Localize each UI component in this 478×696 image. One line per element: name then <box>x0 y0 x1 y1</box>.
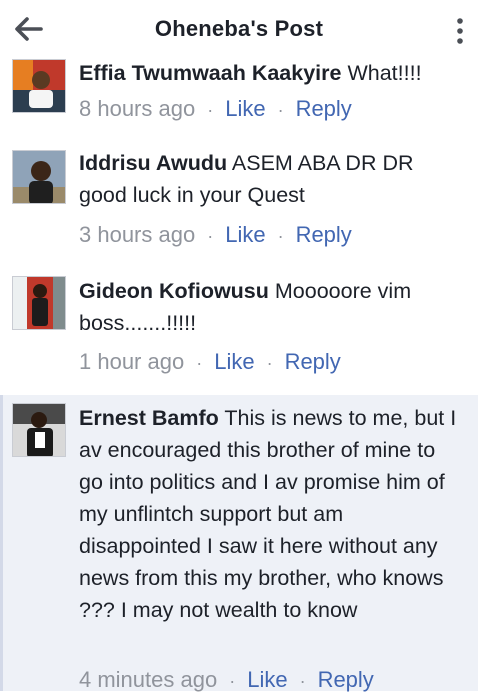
reply-button[interactable]: Reply <box>296 222 352 247</box>
comment-item: Effia Twumwaah Kaakyire What!!!! 8 hours… <box>0 52 478 132</box>
separator-dot: · <box>207 100 214 120</box>
comment-time[interactable]: 8 hours ago <box>79 96 195 121</box>
top-bar: Oheneba's Post <box>0 0 478 56</box>
comment-meta: 1 hour ago · Like · Reply <box>79 347 341 377</box>
like-button[interactable]: Like <box>225 222 265 247</box>
kebab-menu-icon <box>457 18 463 44</box>
comment-body: Iddrisu Awudu ASEM ABA DR DR good luck i… <box>79 147 464 211</box>
like-button[interactable]: Like <box>214 349 254 374</box>
comment-body: Effia Twumwaah Kaakyire What!!!! <box>79 57 464 89</box>
avatar-image <box>13 277 65 329</box>
comment-time[interactable]: 3 hours ago <box>79 222 195 247</box>
avatar-image <box>13 151 65 203</box>
more-options-button[interactable] <box>450 16 470 46</box>
comment-author[interactable]: Iddrisu Awudu <box>79 151 227 175</box>
comment-author[interactable]: Gideon Kofiowusu <box>79 279 269 303</box>
comment-item: Gideon Kofiowusu Mooooore vim boss......… <box>0 268 478 388</box>
avatar[interactable] <box>12 403 66 457</box>
like-button[interactable]: Like <box>225 96 265 121</box>
comment-item-highlighted: Ernest Bamfo This is news to me, but I a… <box>0 395 478 692</box>
like-button[interactable]: Like <box>247 667 287 692</box>
avatar[interactable] <box>12 59 66 113</box>
separator-dot: · <box>277 100 284 120</box>
avatar[interactable] <box>12 150 66 204</box>
separator-dot: · <box>299 671 306 691</box>
comment-item: Iddrisu Awudu ASEM ABA DR DR good luck i… <box>0 140 478 262</box>
page-title: Oheneba's Post <box>154 16 324 41</box>
comment-text: What!!!! <box>347 61 422 85</box>
avatar-image <box>13 404 65 456</box>
comment-body: Gideon Kofiowusu Mooooore vim boss......… <box>79 275 464 339</box>
reply-button[interactable]: Reply <box>296 96 352 121</box>
comment-meta: 8 hours ago · Like · Reply <box>79 94 352 124</box>
comment-time[interactable]: 4 minutes ago <box>79 667 217 692</box>
reply-button[interactable]: Reply <box>318 667 374 692</box>
separator-dot: · <box>229 671 236 691</box>
avatar[interactable] <box>12 276 66 330</box>
separator-dot: · <box>196 353 203 373</box>
comment-author[interactable]: Ernest Bamfo <box>79 406 219 430</box>
separator-dot: · <box>277 226 284 246</box>
comment-time[interactable]: 1 hour ago <box>79 349 184 374</box>
separator-dot: · <box>207 226 214 246</box>
avatar-image <box>13 60 65 112</box>
reply-button[interactable]: Reply <box>285 349 341 374</box>
separator-dot: · <box>266 353 273 373</box>
comment-body: Ernest Bamfo This is news to me, but I a… <box>79 402 464 626</box>
comment-text: This is news to me, but I av encouraged … <box>79 406 457 622</box>
comment-author[interactable]: Effia Twumwaah Kaakyire <box>79 61 341 85</box>
comment-meta: 3 hours ago · Like · Reply <box>79 220 352 250</box>
